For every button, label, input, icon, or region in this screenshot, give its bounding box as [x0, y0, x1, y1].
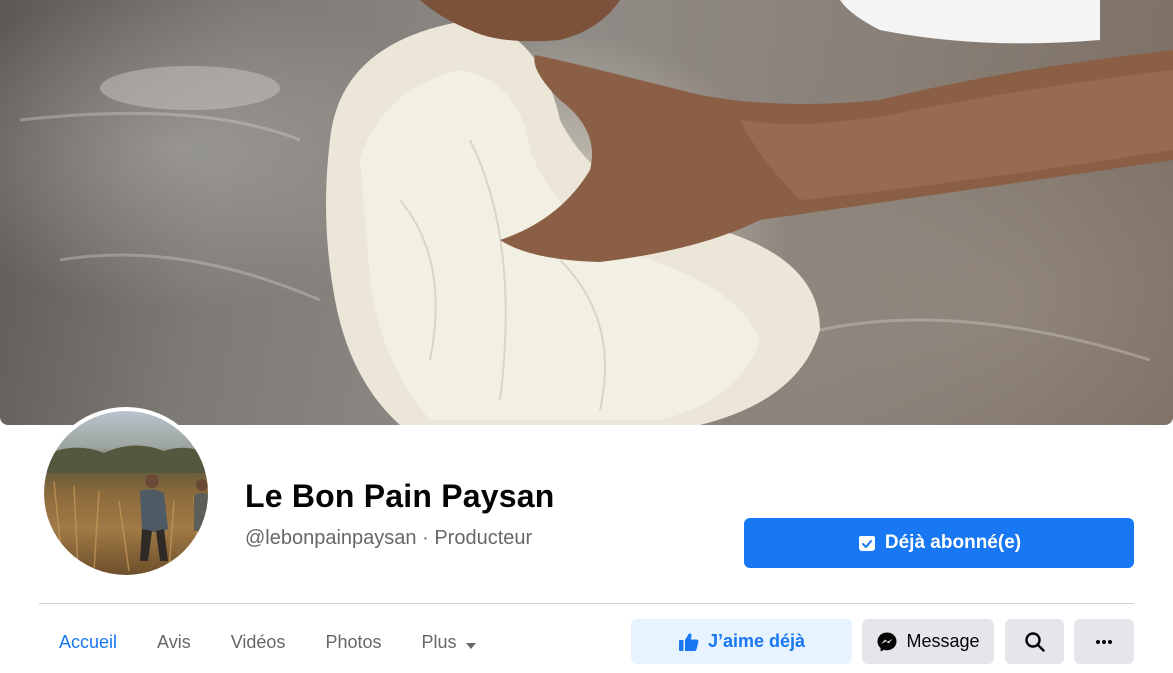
tab-label: Photos [325, 631, 382, 652]
page-category[interactable]: Producteur [434, 527, 532, 549]
more-horizontal-icon [1093, 631, 1115, 653]
avatar [44, 411, 208, 575]
tab-label: Plus [421, 631, 457, 652]
search-icon [1024, 631, 1046, 653]
page-meta: @lebonpainpaysan · Producteur [245, 527, 532, 550]
profile-picture[interactable] [40, 407, 212, 579]
subscribed-button-label: Déjà abonné(e) [884, 532, 1022, 553]
messenger-icon [876, 631, 898, 653]
avatar-illustration [44, 445, 208, 572]
tab-plus[interactable]: Plus [401, 619, 496, 665]
thumbs-up-icon [678, 631, 700, 653]
cover-photo-illustration [19, 0, 1173, 425]
tab-photos[interactable]: Photos [305, 619, 401, 665]
search-button[interactable] [1005, 619, 1064, 664]
tab-videos[interactable]: Vidéos [211, 619, 306, 665]
tab-label: Avis [157, 631, 191, 652]
more-options-button[interactable] [1074, 619, 1134, 664]
cover-photo[interactable] [0, 0, 1173, 425]
message-button-label: Message [906, 631, 980, 651]
tab-accueil[interactable]: Accueil [39, 619, 137, 665]
subscribed-button[interactable]: Déjà abonné(e) [744, 518, 1134, 568]
tab-label: Accueil [59, 631, 118, 652]
tab-label: Vidéos [230, 631, 286, 652]
like-button[interactable]: J’aime déjà [631, 619, 852, 664]
calendar-check-icon [857, 533, 877, 553]
tab-avis[interactable]: Avis [137, 619, 211, 665]
meta-separator: · [416, 527, 435, 549]
page-handle: @lebonpainpaysan [245, 527, 417, 549]
header-divider [39, 603, 1134, 604]
caret-down-icon [465, 636, 477, 649]
like-button-label: J’aime déjà [707, 631, 806, 651]
message-button[interactable]: Message [862, 619, 994, 664]
page-tabs: Accueil Avis Vidéos Photos Plus [39, 619, 497, 665]
page-title: Le Bon Pain Paysan [245, 478, 555, 514]
